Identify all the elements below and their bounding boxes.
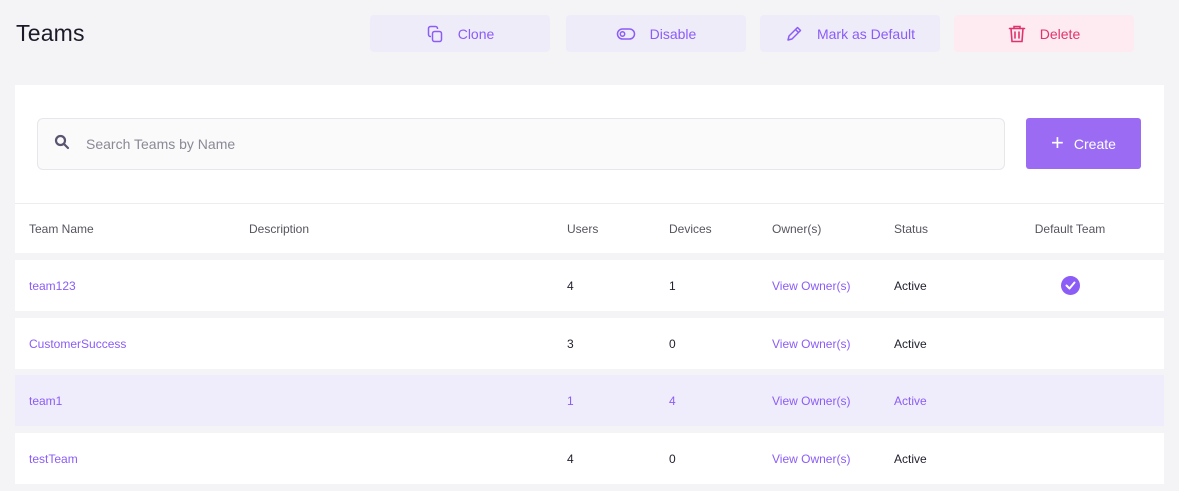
header-team-name[interactable]: Team Name xyxy=(29,204,94,253)
team-status: Active xyxy=(894,393,927,408)
search-box[interactable] xyxy=(37,118,1005,170)
search-icon xyxy=(54,134,70,155)
check-circle-icon xyxy=(1060,276,1080,295)
header-default-team[interactable]: Default Team xyxy=(995,204,1145,253)
team-name-link[interactable]: testTeam xyxy=(29,433,78,484)
default-team-cell xyxy=(995,433,1145,484)
team-devices: 0 xyxy=(669,451,676,466)
teams-card: + Create Team Name Description Users Dev… xyxy=(15,85,1164,485)
view-owners-link[interactable]: View Owner(s) xyxy=(772,260,850,311)
default-team-cell xyxy=(995,375,1145,426)
table-row[interactable]: team1 1 4 View Owner(s) Active xyxy=(15,375,1164,426)
view-owners-link[interactable]: View Owner(s) xyxy=(772,433,850,484)
clone-button[interactable]: Clone xyxy=(370,15,550,52)
trash-icon xyxy=(1008,24,1026,44)
page-title: Teams xyxy=(16,20,85,46)
table-header: Team Name Description Users Devices Owne… xyxy=(15,203,1164,253)
table-row[interactable]: team123 4 1 View Owner(s) Active xyxy=(15,260,1164,311)
team-devices: 1 xyxy=(669,278,676,293)
team-status: Active xyxy=(894,336,927,351)
toggle-icon xyxy=(616,27,636,41)
disable-label: Disable xyxy=(649,25,697,42)
team-users: 4 xyxy=(567,451,574,466)
team-status: Active xyxy=(894,278,927,293)
team-name-link[interactable]: team123 xyxy=(29,260,76,311)
view-owners-link[interactable]: View Owner(s) xyxy=(772,318,850,369)
plus-icon: + xyxy=(1051,129,1064,155)
pencil-icon xyxy=(785,25,803,43)
team-devices: 0 xyxy=(669,336,676,351)
default-team-cell xyxy=(995,318,1145,369)
header-description[interactable]: Description xyxy=(249,204,309,253)
search-input[interactable] xyxy=(86,136,946,152)
team-name-link[interactable]: CustomerSuccess xyxy=(29,318,126,369)
team-users: 1 xyxy=(567,393,574,408)
team-status: Active xyxy=(894,451,927,466)
team-devices: 4 xyxy=(669,393,676,408)
create-label: Create xyxy=(1073,135,1116,152)
mark-as-default-button[interactable]: Mark as Default xyxy=(760,15,940,52)
team-users: 4 xyxy=(567,278,574,293)
clone-icon xyxy=(426,25,444,43)
header-owners[interactable]: Owner(s) xyxy=(772,204,821,253)
disable-button[interactable]: Disable xyxy=(566,15,746,52)
clone-label: Clone xyxy=(457,25,495,42)
header-users[interactable]: Users xyxy=(567,204,598,253)
team-users: 3 xyxy=(567,336,574,351)
mark-as-default-label: Mark as Default xyxy=(816,25,916,42)
header-devices[interactable]: Devices xyxy=(669,204,712,253)
view-owners-link[interactable]: View Owner(s) xyxy=(772,375,850,426)
table-row[interactable]: CustomerSuccess 3 0 View Owner(s) Active xyxy=(15,318,1164,369)
create-button[interactable]: + Create xyxy=(1026,118,1141,169)
delete-label: Delete xyxy=(1039,25,1081,42)
team-name-link[interactable]: team1 xyxy=(29,375,62,426)
header-status[interactable]: Status xyxy=(894,204,928,253)
table-row[interactable]: testTeam 4 0 View Owner(s) Active xyxy=(15,433,1164,484)
delete-button[interactable]: Delete xyxy=(954,15,1134,52)
default-team-cell xyxy=(995,260,1145,311)
